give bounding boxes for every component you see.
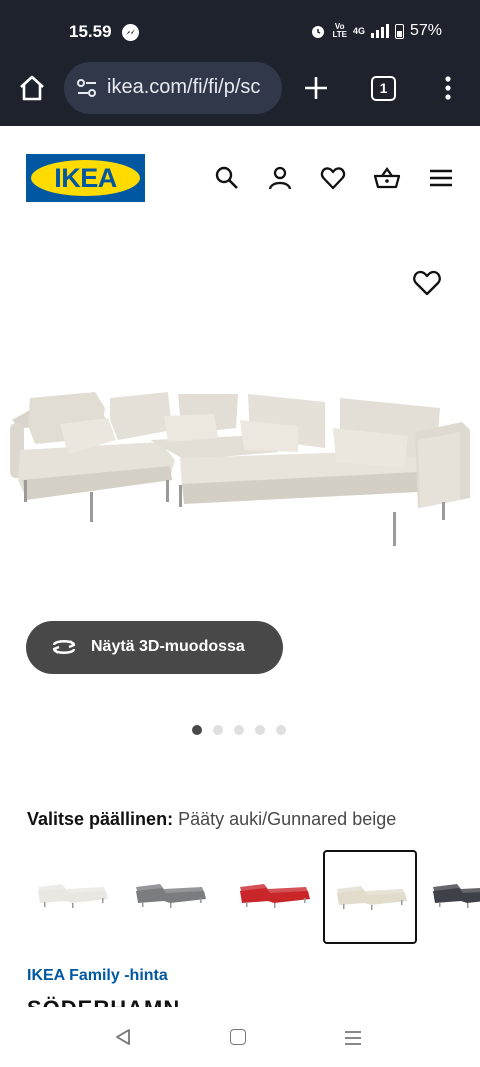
ikea-logo[interactable]: IKEA — [26, 154, 145, 202]
favourite-icon[interactable] — [410, 266, 444, 300]
new-tab-icon[interactable] — [302, 74, 330, 102]
variant-label: Valitse päällinen: — [27, 809, 174, 829]
user-icon[interactable] — [267, 165, 293, 191]
carousel-dot[interactable] — [255, 725, 265, 735]
variant-swatches — [0, 850, 480, 944]
volte-indicator: Vo LTE — [332, 22, 347, 39]
view-3d-label: Näytä 3D-muodossa — [91, 638, 245, 655]
status-time: 15.59 — [69, 22, 112, 41]
variant-value: Pääty auki/Gunnared beige — [178, 809, 397, 829]
address-bar[interactable]: ikea.com/fi/fi/p/sc — [64, 62, 282, 114]
home-icon[interactable] — [16, 72, 48, 104]
product-image-sofa — [10, 392, 470, 546]
ikea-family-price-label: IKEA Family -hinta — [27, 967, 168, 984]
alarm-icon — [312, 26, 325, 38]
heart-icon[interactable] — [320, 165, 346, 191]
status-icons: Vo LTE 4G 57% — [310, 22, 442, 40]
home-nav-icon[interactable] — [230, 1029, 246, 1045]
back-icon[interactable] — [114, 1028, 132, 1046]
browser-chrome: 15.59 Vo LTE 4G 57% ikea.com/fi/fi/p/sc 1 — [0, 0, 480, 126]
carousel-dot[interactable] — [276, 725, 286, 735]
rotate-3d-icon — [52, 640, 76, 654]
variant-selection: Valitse päällinen: Pääty auki/Gunnared b… — [27, 809, 396, 830]
system-navigation-bar — [0, 1007, 480, 1067]
tab-switcher-button[interactable]: 1 — [371, 76, 396, 101]
network-type: 4G — [352, 26, 365, 36]
carousel-dot[interactable] — [213, 725, 223, 735]
view-3d-button[interactable]: Näytä 3D-muodossa — [26, 621, 283, 674]
menu-icon[interactable] — [428, 165, 454, 191]
search-icon[interactable] — [214, 165, 240, 191]
signal-icon — [370, 24, 389, 38]
more-options-icon[interactable] — [438, 74, 458, 102]
variant-swatch[interactable] — [323, 850, 417, 944]
url-text: ikea.com/fi/fi/p/sc — [107, 76, 261, 98]
carousel-dot[interactable] — [234, 725, 244, 735]
image-carousel-indicator — [192, 725, 286, 735]
basket-icon[interactable] — [373, 165, 401, 191]
recent-apps-icon[interactable] — [344, 1029, 362, 1047]
messenger-icon — [122, 24, 139, 41]
carousel-dot[interactable] — [192, 725, 202, 735]
variant-swatch[interactable] — [26, 850, 120, 944]
battery-level: 57% — [409, 22, 442, 39]
battery-icon — [394, 23, 404, 39]
variant-swatch[interactable] — [421, 850, 480, 944]
variant-swatch[interactable] — [228, 850, 322, 944]
variant-swatch[interactable] — [124, 850, 218, 944]
site-settings-icon[interactable] — [76, 78, 98, 98]
